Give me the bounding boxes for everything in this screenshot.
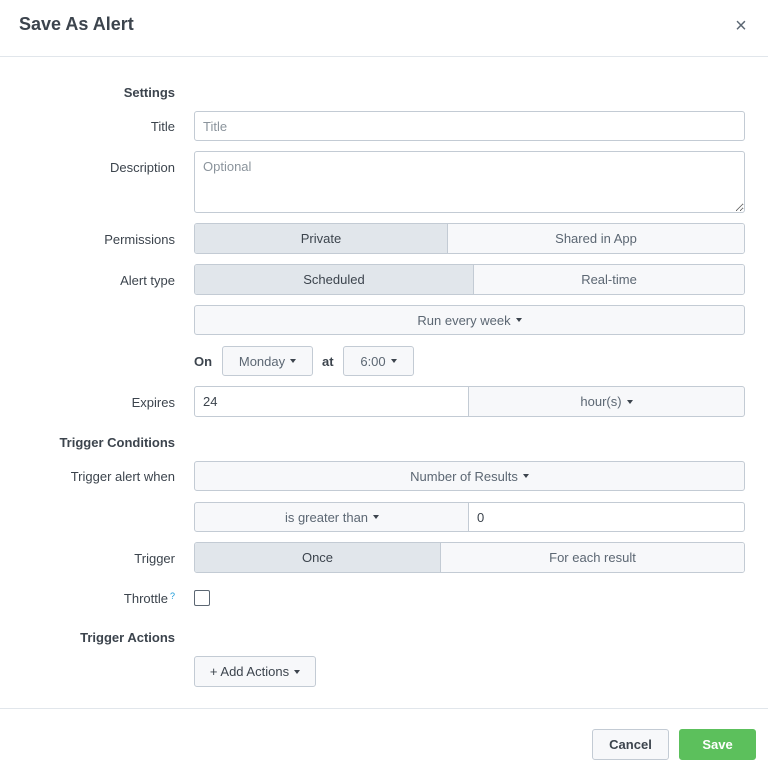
trigger-when-value: Number of Results [410,468,518,484]
add-actions-label: + Add Actions [209,664,290,679]
save-as-alert-dialog: Save As Alert × Settings Title Descripti… [0,0,768,771]
settings-heading: Settings [123,85,175,100]
trigger-conditions-heading: Trigger Conditions [59,435,175,450]
time-value: 6:00 [360,353,386,369]
description-label: Description [109,160,175,175]
trigger-when-dropdown[interactable]: Number of Results [194,461,745,491]
permissions-private-option[interactable]: Private [195,224,448,253]
expires-input[interactable] [194,386,470,417]
dialog-footer: Cancel Save [0,708,768,771]
dialog-header: Save As Alert × [0,0,768,57]
caret-down-icon [626,399,633,404]
comparison-dropdown[interactable]: is greater than [194,502,470,532]
schedule-value: Run every week [417,312,511,328]
caret-down-icon [515,318,522,322]
expires-unit-value: hour(s) [580,394,622,409]
day-dropdown[interactable]: Monday [222,346,313,376]
close-icon[interactable]: × [730,15,752,37]
trigger-once-option[interactable]: Once [195,543,441,572]
comparison-value: is greater than [284,509,369,525]
cancel-button[interactable]: Cancel [592,729,669,760]
description-textarea[interactable] [194,151,745,213]
alert-type-toggle: Scheduled Real-time [194,264,745,295]
alert-type-label: Alert type [120,273,175,288]
at-label: at [322,354,334,369]
time-dropdown[interactable]: 6:00 [343,346,414,376]
caret-down-icon [290,359,297,363]
alert-type-realtime-option[interactable]: Real-time [474,265,744,294]
day-value: Monday [238,353,286,369]
throttle-checkbox[interactable] [194,590,210,606]
title-label: Title [150,119,175,134]
throttle-label-text: Throttle [123,591,168,606]
help-icon[interactable]: ? [170,591,175,601]
trigger-when-label: Trigger alert when [70,469,175,484]
alert-type-scheduled-option[interactable]: Scheduled [195,265,474,294]
schedule-dropdown[interactable]: Run every week [194,305,745,335]
trigger-each-option[interactable]: For each result [441,543,744,572]
save-button[interactable]: Save [679,729,756,760]
title-input[interactable] [194,111,745,141]
threshold-input[interactable] [468,502,745,532]
permissions-label: Permissions [104,232,175,247]
permissions-shared-option[interactable]: Shared in App [448,224,744,253]
expires-unit-dropdown[interactable]: hour(s) [468,386,745,417]
trigger-label: Trigger [134,551,175,566]
add-actions-button[interactable]: + Add Actions [194,656,316,687]
trigger-toggle: Once For each result [194,542,745,573]
permissions-toggle: Private Shared in App [194,223,745,254]
caret-down-icon [373,515,380,519]
trigger-actions-heading: Trigger Actions [80,630,175,645]
on-label: On [194,354,213,369]
caret-down-icon [390,359,397,363]
expires-label: Expires [131,395,175,410]
dialog-title: Save As Alert [19,14,134,34]
caret-down-icon [294,669,301,674]
throttle-label: Throttle? [124,591,175,606]
caret-down-icon [522,474,529,478]
